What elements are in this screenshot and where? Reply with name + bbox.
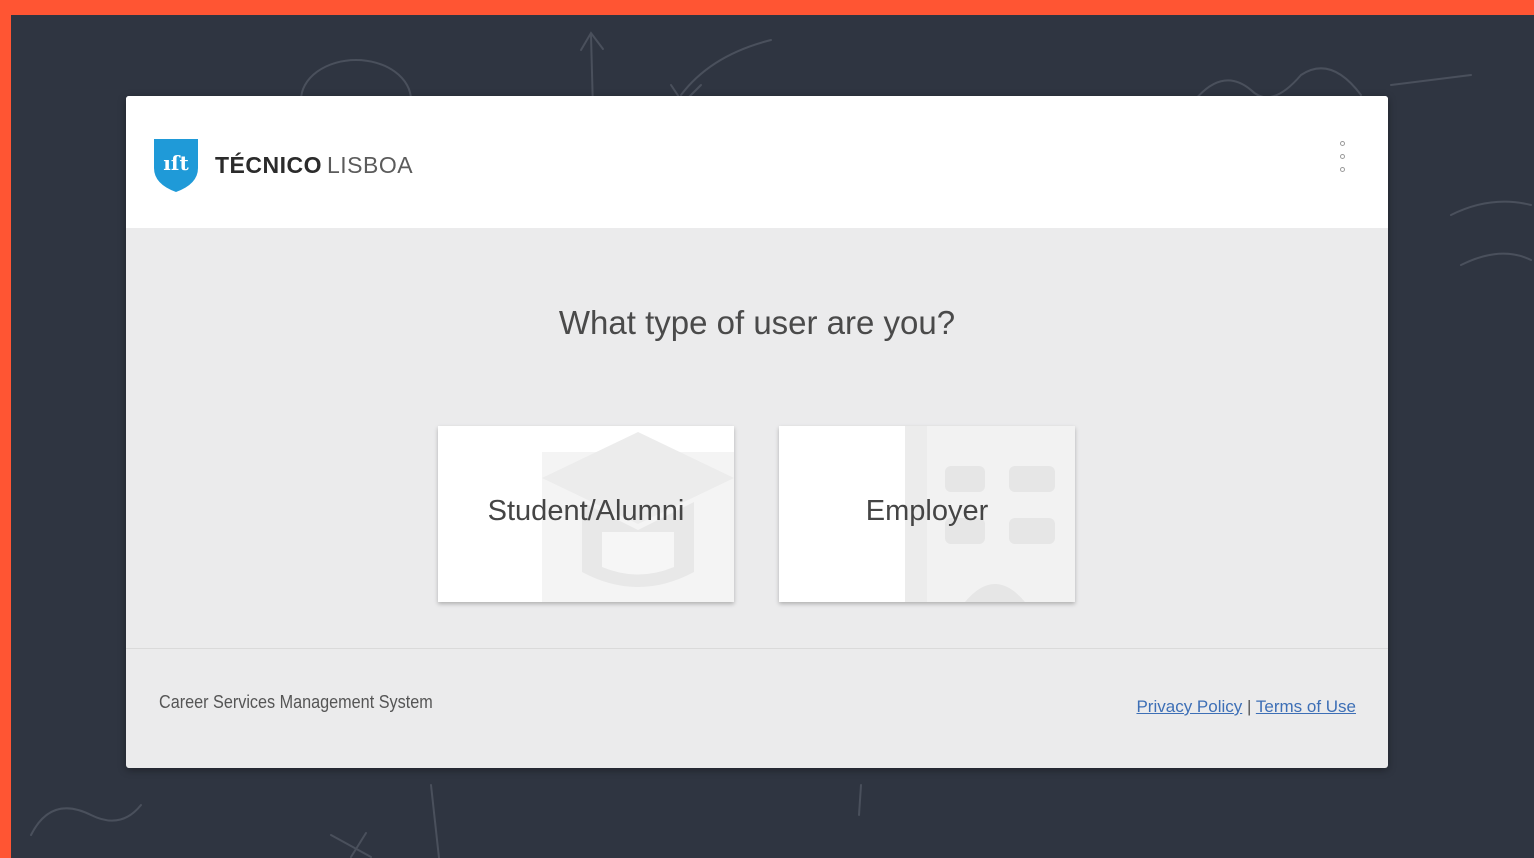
student-alumni-label: Student/Alumni [487, 495, 685, 527]
footer-divider [126, 648, 1388, 649]
privacy-policy-link[interactable]: Privacy Policy [1136, 697, 1242, 716]
system-name: Career Services Management System [159, 692, 433, 712]
user-type-card: ıſt TÉCNICO LISBOA What type of user are … [126, 96, 1388, 768]
vertical-dots-icon [1340, 154, 1345, 159]
employer-label: Employer [865, 495, 989, 527]
card-header: ıſt TÉCNICO LISBOA [126, 96, 1388, 228]
employer-button[interactable]: Employer [779, 426, 1075, 602]
student-alumni-button[interactable]: Student/Alumni [438, 426, 734, 602]
logo-mark: ıſt [163, 151, 189, 175]
more-options-button[interactable] [1332, 136, 1356, 182]
footer-links: Privacy Policy | Terms of Use [1136, 697, 1356, 717]
terms-of-use-link[interactable]: Terms of Use [1256, 697, 1356, 716]
vertical-dots-icon [1340, 167, 1345, 172]
brand-name-bold: TÉCNICO [215, 151, 322, 178]
vertical-dots-icon [1340, 141, 1345, 146]
ist-shield-icon: ıſt [154, 139, 198, 192]
brand-name: TÉCNICO LISBOA [215, 152, 413, 179]
footer-separator: | [1247, 697, 1252, 716]
tecnico-lisboa-logo[interactable]: ıſt TÉCNICO LISBOA [151, 136, 413, 194]
user-type-question: What type of user are you? [558, 304, 956, 341]
brand-name-light: LISBOA [327, 151, 414, 178]
